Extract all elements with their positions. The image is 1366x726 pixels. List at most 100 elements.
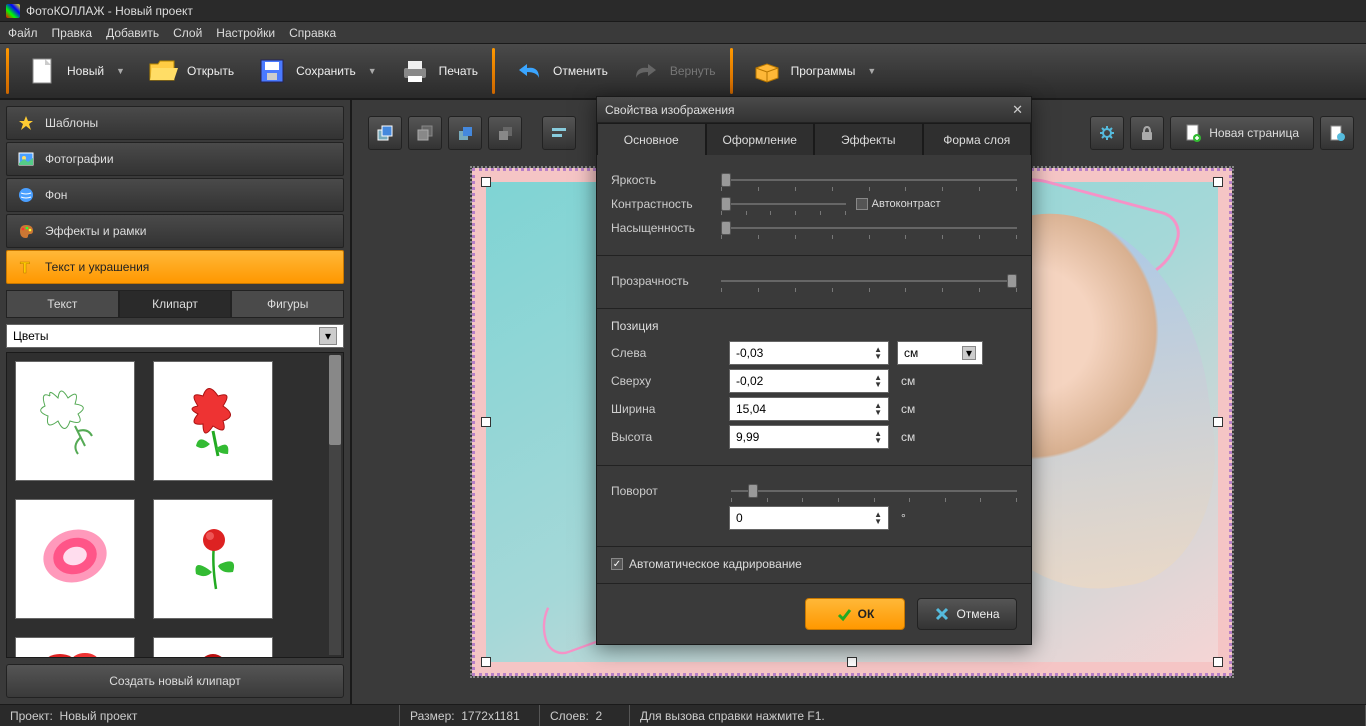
open-button[interactable]: Открыть bbox=[137, 49, 244, 93]
status-size: Размер: 1772x1181 bbox=[400, 705, 540, 726]
status-layers: Слоев: 2 bbox=[540, 705, 630, 726]
svg-text:T: T bbox=[20, 260, 30, 275]
layer-up-button[interactable] bbox=[448, 116, 482, 150]
print-button[interactable]: Печать bbox=[389, 49, 488, 93]
rotation-section: Поворот 0▲▼ ° bbox=[597, 466, 1031, 547]
contrast-slider[interactable] bbox=[721, 195, 846, 213]
autocrop-section: Автоматическое кадрирование bbox=[597, 547, 1031, 584]
sidebar-item-effects[interactable]: Эффекты и рамки bbox=[6, 214, 344, 248]
saturation-slider[interactable] bbox=[721, 219, 1017, 237]
selection-handle[interactable] bbox=[1213, 177, 1223, 187]
redo-button[interactable]: Вернуть bbox=[620, 49, 726, 93]
box-icon bbox=[751, 55, 783, 87]
clipart-item[interactable] bbox=[15, 361, 135, 481]
left-input[interactable]: -0,03▲▼ bbox=[729, 341, 889, 365]
title-bar: ФотоКОЛЛАЖ - Новый проект bbox=[0, 0, 1366, 22]
height-input[interactable]: 9,99▲▼ bbox=[729, 425, 889, 449]
lock-button[interactable] bbox=[1130, 116, 1164, 150]
menu-edit[interactable]: Правка bbox=[52, 26, 93, 40]
dialog-titlebar[interactable]: Свойства изображения ✕ bbox=[597, 97, 1031, 123]
menu-add[interactable]: Добавить bbox=[106, 26, 159, 40]
tab-shape[interactable]: Форма слоя bbox=[923, 123, 1032, 155]
sidebar-item-text[interactable]: T Текст и украшения bbox=[6, 250, 344, 284]
subtab-clipart[interactable]: Клипарт bbox=[119, 290, 232, 318]
scrollbar-thumb[interactable] bbox=[329, 355, 341, 445]
opacity-slider[interactable] bbox=[721, 272, 1017, 290]
selection-handle[interactable] bbox=[481, 657, 491, 667]
save-button[interactable]: Сохранить ▼ bbox=[246, 49, 387, 93]
canvas-toolbar bbox=[368, 116, 576, 150]
sidebar-item-background[interactable]: Фон bbox=[6, 178, 344, 212]
menu-file[interactable]: Файл bbox=[8, 26, 38, 40]
menu-help[interactable]: Справка bbox=[289, 26, 336, 40]
rotation-slider[interactable] bbox=[731, 482, 1017, 500]
status-help: Для вызова справки нажмите F1. bbox=[630, 705, 1366, 726]
page-settings-button[interactable] bbox=[1320, 116, 1354, 150]
brightness-slider[interactable] bbox=[721, 171, 1017, 189]
selection-handle[interactable] bbox=[1213, 657, 1223, 667]
combo-value: Цветы bbox=[13, 329, 49, 343]
autocontrast-checkbox[interactable]: Автоконтраст bbox=[856, 198, 941, 210]
layer-front-button[interactable] bbox=[368, 116, 402, 150]
clipart-item[interactable] bbox=[15, 637, 135, 658]
top-input[interactable]: -0,02▲▼ bbox=[729, 369, 889, 393]
tab-design[interactable]: Оформление bbox=[706, 123, 815, 155]
print-icon bbox=[399, 55, 431, 87]
new-page-button[interactable]: Новая страница bbox=[1170, 116, 1314, 150]
clipart-item[interactable] bbox=[15, 499, 135, 619]
status-bar: Проект: Новый проект Размер: 1772x1181 С… bbox=[0, 704, 1366, 726]
undo-icon bbox=[513, 55, 545, 87]
brightness-label: Яркость bbox=[611, 173, 711, 187]
align-button[interactable] bbox=[542, 116, 576, 150]
settings-button[interactable] bbox=[1090, 116, 1124, 150]
tab-effects[interactable]: Эффекты bbox=[814, 123, 923, 155]
sidebar-item-templates[interactable]: Шаблоны bbox=[6, 106, 344, 140]
caret-icon: ▼ bbox=[116, 66, 125, 76]
layer-down-button[interactable] bbox=[488, 116, 522, 150]
status-project: Проект: Новый проект bbox=[0, 705, 400, 726]
canvas-toolbar-right: Новая страница bbox=[1090, 116, 1354, 150]
subtab-shapes[interactable]: Фигуры bbox=[231, 290, 344, 318]
programs-button[interactable]: Программы ▼ bbox=[741, 49, 887, 93]
opacity-label: Прозрачность bbox=[611, 274, 711, 288]
opacity-section: Прозрачность bbox=[597, 256, 1031, 309]
clipart-item[interactable] bbox=[153, 637, 273, 658]
left-panel: Шаблоны Фотографии Фон Эффекты и рамки T… bbox=[0, 100, 352, 704]
rotation-input[interactable]: 0▲▼ bbox=[729, 506, 889, 530]
clipart-item[interactable] bbox=[153, 361, 273, 481]
width-input[interactable]: 15,04▲▼ bbox=[729, 397, 889, 421]
position-section: Позиция Слева -0,03▲▼ см▾ Сверху -0,02▲▼… bbox=[597, 309, 1031, 466]
close-icon[interactable]: ✕ bbox=[1012, 102, 1023, 118]
contrast-label: Контрастность bbox=[611, 197, 711, 211]
star-icon bbox=[17, 114, 35, 132]
create-clipart-button[interactable]: Создать новый клипарт bbox=[6, 664, 344, 698]
cancel-button[interactable]: Отмена bbox=[917, 598, 1017, 630]
checkbox-icon bbox=[611, 558, 623, 570]
new-button[interactable]: Новый ▼ bbox=[17, 49, 135, 93]
top-label: Сверху bbox=[611, 374, 721, 388]
photo-icon bbox=[17, 150, 35, 168]
ok-button[interactable]: ОК bbox=[805, 598, 905, 630]
saturation-label: Насыщенность bbox=[611, 221, 711, 235]
category-combo[interactable]: Цветы ▾ bbox=[6, 324, 344, 348]
selection-handle[interactable] bbox=[481, 417, 491, 427]
sidebar-item-photos[interactable]: Фотографии bbox=[6, 142, 344, 176]
autocrop-checkbox[interactable]: Автоматическое кадрирование bbox=[611, 557, 1017, 571]
undo-button[interactable]: Отменить bbox=[503, 49, 618, 93]
clipart-item[interactable] bbox=[153, 499, 273, 619]
subtab-text[interactable]: Текст bbox=[6, 290, 119, 318]
clipart-grid bbox=[6, 352, 344, 658]
redo-icon bbox=[630, 55, 662, 87]
selection-handle[interactable] bbox=[481, 177, 491, 187]
unit-combo[interactable]: см▾ bbox=[897, 341, 983, 365]
cross-icon bbox=[934, 606, 950, 622]
tab-main[interactable]: Основное bbox=[597, 123, 706, 155]
width-label: Ширина bbox=[611, 402, 721, 416]
toolbar-separator bbox=[6, 48, 9, 94]
menu-settings[interactable]: Настройки bbox=[216, 26, 275, 40]
selection-handle[interactable] bbox=[1213, 417, 1223, 427]
selection-handle[interactable] bbox=[847, 657, 857, 667]
menu-layer[interactable]: Слой bbox=[173, 26, 202, 40]
new-icon bbox=[27, 55, 59, 87]
layer-back-button[interactable] bbox=[408, 116, 442, 150]
